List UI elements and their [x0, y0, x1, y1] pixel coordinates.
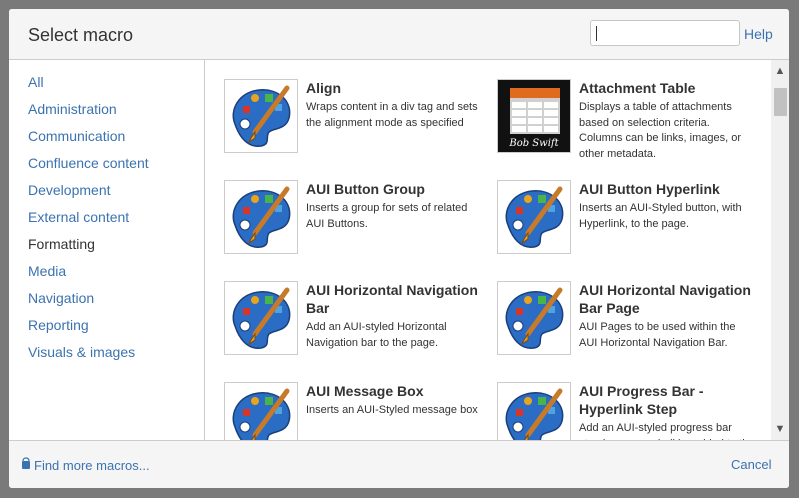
text-caret: [596, 26, 597, 41]
macro-name: AUI Button Hyperlink: [579, 181, 720, 197]
scroll-thumb[interactable]: [774, 88, 787, 116]
category-sidebar: All Administration Communication Confluence…: [9, 60, 205, 440]
macro-list: Align Wraps content in a div tag and sets…: [205, 60, 789, 440]
scroll-up-arrow-icon[interactable]: ▲: [771, 62, 789, 80]
macro-description: Wraps content in a div tag and sets the …: [306, 101, 478, 129]
macro-item[interactable]: AUI Message Box Inserts an AUI-Styled mes…: [224, 382, 484, 440]
bob-swift-table-icon: Bob Swift: [497, 79, 571, 153]
category-item[interactable]: Reporting: [28, 317, 149, 344]
macro-description: Add an AUI-styled progress bar step hype…: [579, 422, 755, 440]
macro-list-scrollbar[interactable]: ▲ ▼: [771, 60, 789, 440]
palette-icon: [497, 281, 571, 355]
macro-description: Add an AUI-styled Horizontal Navigation …: [306, 321, 447, 349]
dialog-header: Select macro Help: [9, 9, 789, 60]
macro-name: AUI Button Group: [306, 181, 425, 197]
macro-description: Inserts an AUI-Styled message box: [306, 404, 478, 416]
category-item[interactable]: Development: [28, 182, 149, 209]
category-item[interactable]: Media: [28, 263, 149, 290]
cancel-button[interactable]: Cancel: [731, 457, 771, 472]
marketplace-bag-icon: [21, 457, 31, 473]
macro-name: AUI Horizontal Navigation Bar: [306, 282, 478, 316]
find-more-macros-link[interactable]: Find more macros...: [21, 457, 150, 473]
dialog-footer: Find more macros... Cancel: [9, 440, 789, 488]
palette-icon: [224, 281, 298, 355]
macro-name: Attachment Table: [579, 80, 696, 96]
scroll-down-arrow-icon[interactable]: ▼: [771, 420, 789, 438]
macro-item[interactable]: Bob Swift Attachment Table Displays a tabl…: [497, 79, 757, 179]
category-item[interactable]: Formatting: [28, 236, 149, 263]
palette-icon: [497, 180, 571, 254]
category-list: All Administration Communication Confluence…: [28, 74, 149, 371]
palette-icon: [224, 180, 298, 254]
macro-search-input[interactable]: [590, 20, 740, 46]
macro-description: Inserts a group for sets of related AUI …: [306, 202, 468, 230]
select-macro-dialog: Select macro Help All Administration Commu…: [9, 9, 789, 488]
macro-item[interactable]: AUI Button Group Inserts a group for sets…: [224, 180, 484, 280]
macro-description: AUI Pages to be used within the AUI Hori…: [579, 321, 736, 349]
macro-item[interactable]: AUI Button Hyperlink Inserts an AUI-Style…: [497, 180, 757, 280]
category-item[interactable]: Navigation: [28, 290, 149, 317]
macro-item[interactable]: Align Wraps content in a div tag and sets…: [224, 79, 484, 179]
macro-name: Align: [306, 80, 341, 96]
category-item[interactable]: Confluence content: [28, 155, 149, 182]
category-item[interactable]: Visuals & images: [28, 344, 149, 371]
category-item[interactable]: All: [28, 74, 149, 101]
macro-name: AUI Horizontal Navigation Bar Page: [579, 282, 751, 316]
macro-name: AUI Progress Bar - Hyperlink Step: [579, 383, 704, 417]
macro-item[interactable]: AUI Horizontal Navigation Bar Add an AUI-…: [224, 281, 484, 381]
category-item[interactable]: External content: [28, 209, 149, 236]
category-item[interactable]: Communication: [28, 128, 149, 155]
palette-icon: [224, 382, 298, 440]
palette-icon: [497, 382, 571, 440]
bob-swift-brand-text: Bob Swift: [508, 138, 559, 149]
category-item[interactable]: Administration: [28, 101, 149, 128]
macro-description: Inserts an AUI-Styled button, with Hyper…: [579, 202, 742, 230]
help-link[interactable]: Help: [744, 26, 773, 42]
find-more-macros-label: Find more macros...: [34, 457, 150, 473]
macro-item[interactable]: AUI Progress Bar - Hyperlink Step Add an …: [497, 382, 757, 440]
macro-description: Displays a table of attachments based on…: [579, 101, 742, 160]
macro-name: AUI Message Box: [306, 383, 424, 399]
dialog-title: Select macro: [28, 25, 134, 45]
palette-icon: [224, 79, 298, 153]
macro-item[interactable]: AUI Horizontal Navigation Bar Page AUI Pa…: [497, 281, 757, 381]
